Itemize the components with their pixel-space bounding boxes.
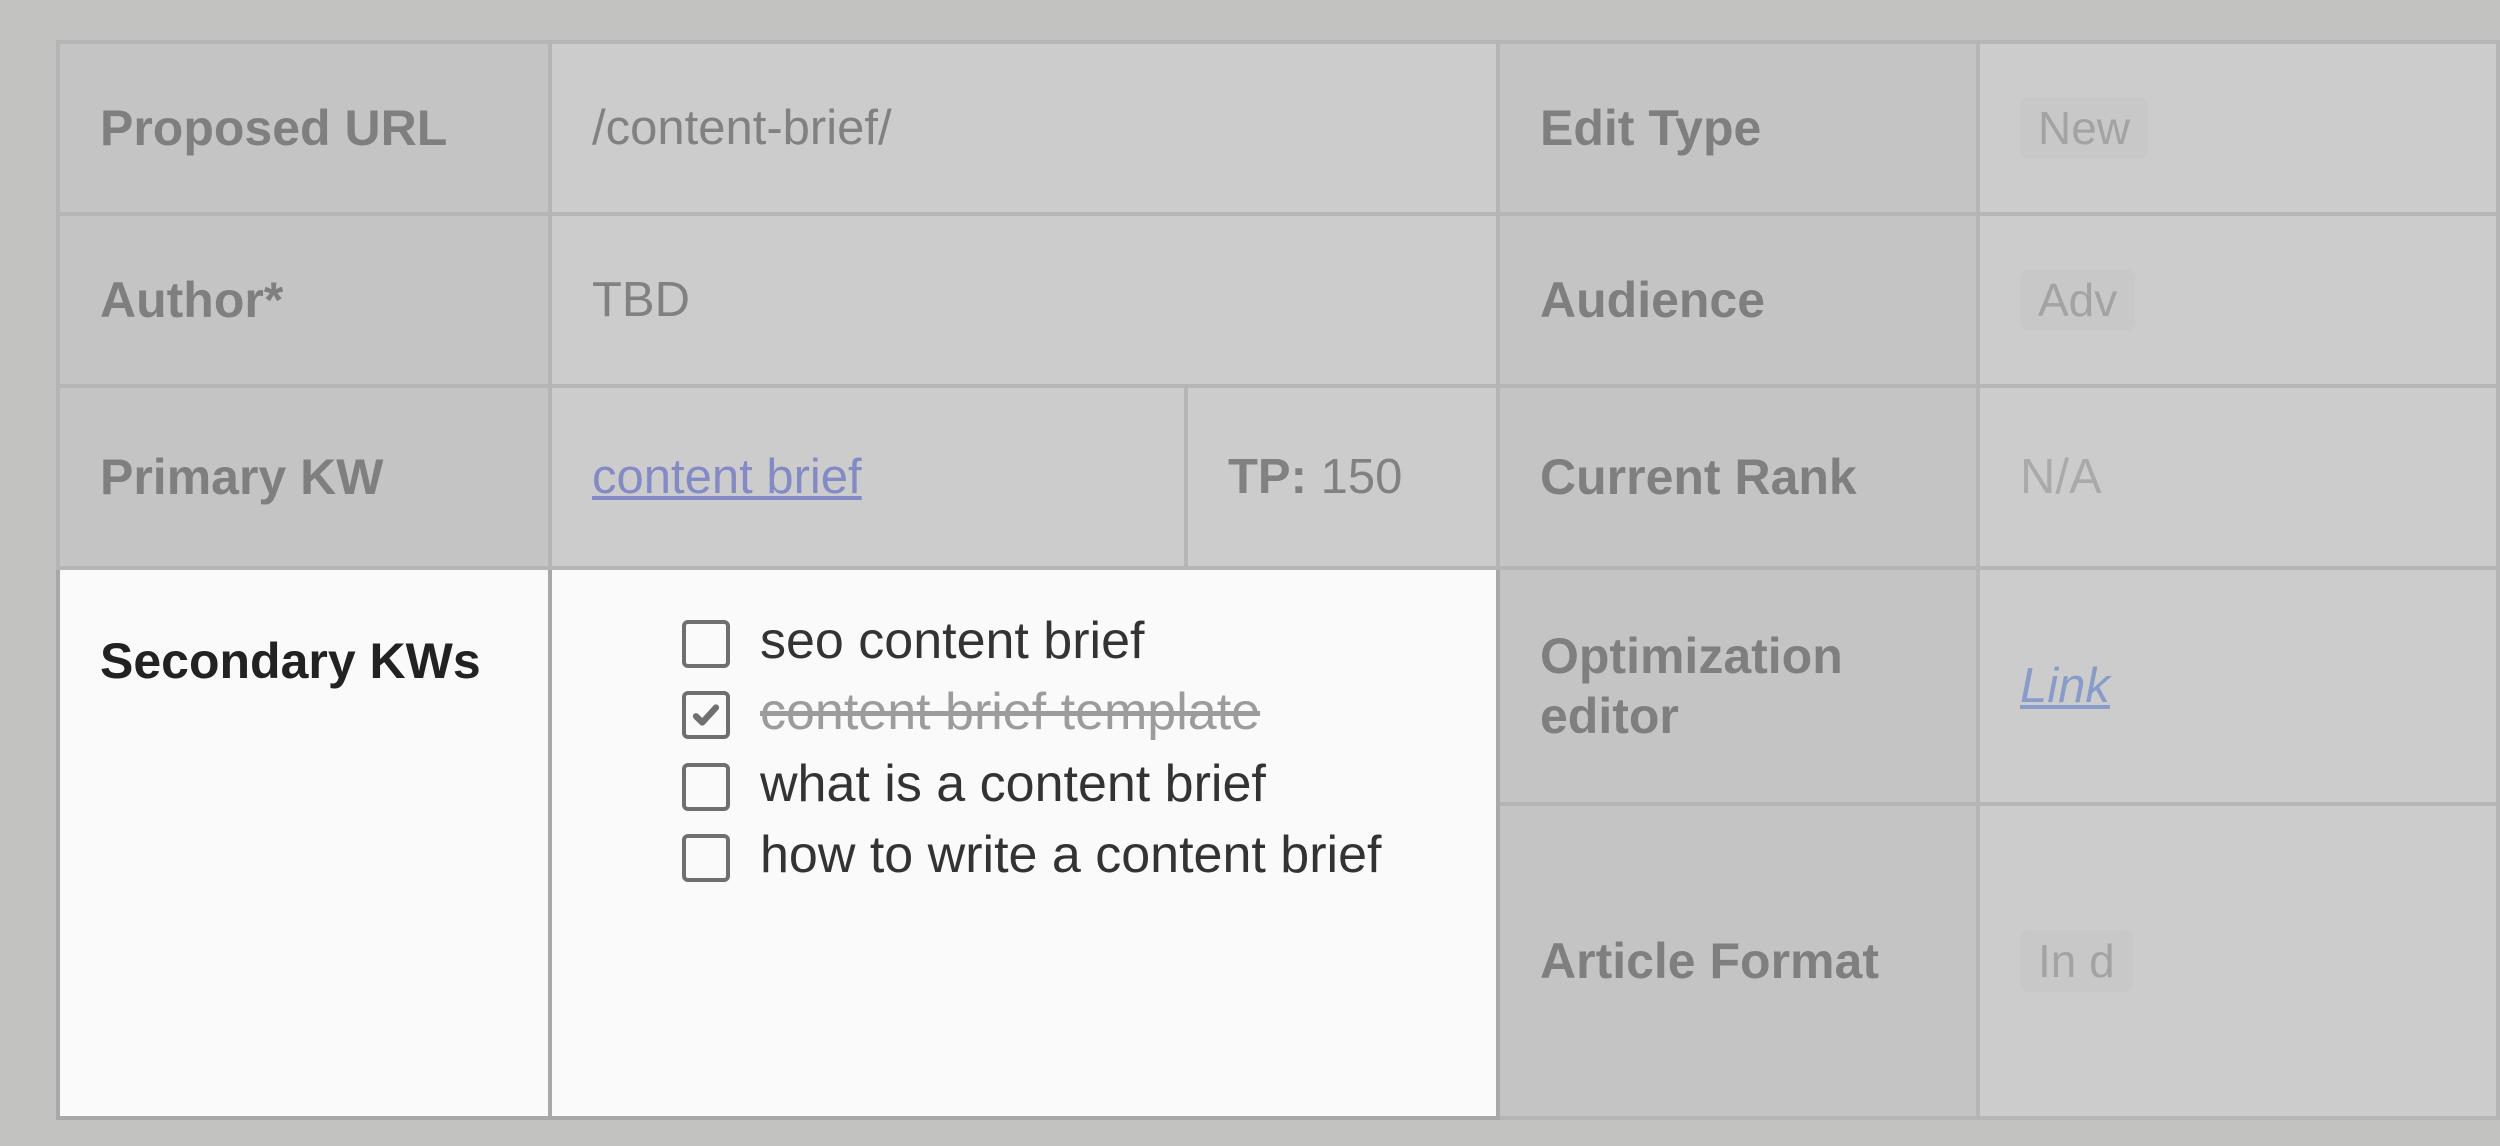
label-audience: Audience <box>1496 212 1980 388</box>
primary-kw-link[interactable]: content brief <box>592 449 862 505</box>
value-primary-kw[interactable]: content brief <box>548 384 1188 570</box>
checkbox-icon[interactable] <box>682 763 730 811</box>
secondary-kw-item[interactable]: seo content brief <box>682 610 1500 673</box>
label-optimization-editor: Optimization editor <box>1496 566 1980 806</box>
value-secondary-kws[interactable]: seo content brief content brief template w… <box>548 566 1500 1120</box>
tp-value: 150 <box>1321 449 1403 505</box>
label-article-format: Article Format <box>1496 802 1980 1120</box>
secondary-kw-item[interactable]: how to write a content brief <box>682 824 1500 887</box>
secondary-kw-text: how to write a content brief <box>760 824 1381 887</box>
audience-pill: Adv <box>2020 269 2135 331</box>
optimization-editor-link[interactable]: Link <box>2020 658 2110 714</box>
value-edit-type[interactable]: New <box>1976 40 2500 216</box>
label-secondary-kws: Secondary KWs <box>56 566 552 1120</box>
checkbox-icon[interactable] <box>682 691 730 739</box>
value-author[interactable]: TBD <box>548 212 1500 388</box>
value-article-format[interactable]: In d <box>1976 802 2500 1120</box>
secondary-kw-text: seo content brief <box>760 610 1144 673</box>
tp-label: TP: <box>1228 449 1307 505</box>
secondary-kw-text: what is a content brief <box>760 753 1266 816</box>
value-optimization-editor[interactable]: Link <box>1976 566 2500 806</box>
secondary-kw-list: seo content brief content brief template w… <box>552 570 1500 936</box>
secondary-kw-item[interactable]: what is a content brief <box>682 753 1500 816</box>
value-current-rank[interactable]: N/A <box>1976 384 2500 570</box>
secondary-kw-item[interactable]: content brief template <box>682 681 1500 744</box>
edit-type-pill: New <box>2020 97 2148 159</box>
checkbox-icon[interactable] <box>682 834 730 882</box>
label-proposed-url: Proposed URL <box>56 40 552 216</box>
article-format-pill: In d <box>2020 930 2133 992</box>
secondary-kw-text: content brief template <box>760 681 1260 744</box>
checkbox-icon[interactable] <box>682 620 730 668</box>
label-primary-kw: Primary KW <box>56 384 552 570</box>
value-audience[interactable]: Adv <box>1976 212 2500 388</box>
value-tp: TP: 150 <box>1184 384 1500 570</box>
label-edit-type: Edit Type <box>1496 40 1980 216</box>
label-current-rank: Current Rank <box>1496 384 1980 570</box>
value-proposed-url[interactable]: /content-brief/ <box>548 40 1500 216</box>
label-author: Author* <box>56 212 552 388</box>
